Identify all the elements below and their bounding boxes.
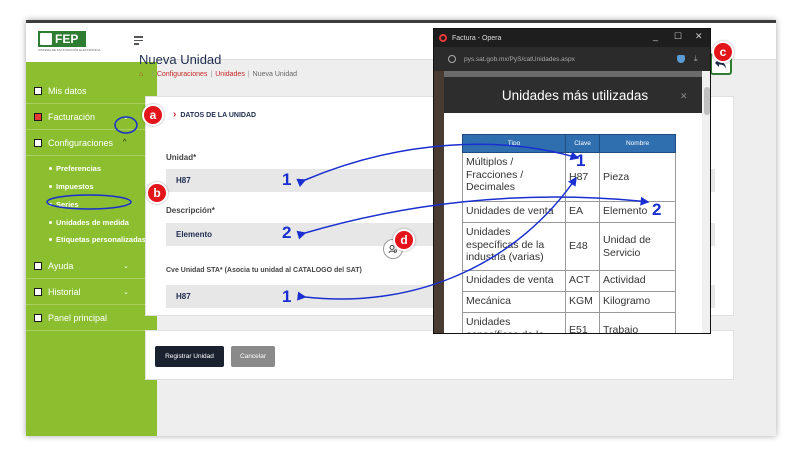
logo-subtitle: SISTEMA DE FACTURACIÓN ELECTRÓNICA bbox=[38, 48, 101, 52]
submenu-etiquetas[interactable]: Etiquetas personalizadas bbox=[48, 235, 146, 244]
hamburger-menu-icon[interactable] bbox=[134, 36, 143, 47]
monitor-icon bbox=[34, 313, 42, 322]
cancel-button[interactable]: Cancelar bbox=[231, 346, 275, 367]
download-icon[interactable]: ⤓ bbox=[694, 54, 698, 64]
sidebar-item-facturacion[interactable]: Facturación ⌄ bbox=[26, 104, 157, 130]
submenu-unidades-de-medida[interactable]: Unidades de medida bbox=[49, 218, 129, 227]
help-icon bbox=[34, 261, 42, 270]
opera-icon bbox=[439, 34, 447, 42]
annotation-number-1-unidad: 1 bbox=[282, 170, 292, 189]
chevron-down-icon: ⌄ bbox=[123, 288, 129, 296]
annotation-number-1-table: 1 bbox=[576, 151, 586, 170]
cve-unidad-label: Cve Unidad STA* (Asocia tu unidad al CAT… bbox=[166, 267, 362, 274]
chevron-down-icon: ⌄ bbox=[123, 262, 129, 270]
annotation-number-2-table: 2 bbox=[652, 200, 662, 219]
chevron-up-icon[interactable]: ^ bbox=[123, 139, 126, 146]
table-row[interactable]: Unidades de venta EA Elemento bbox=[462, 201, 676, 223]
invoice-icon bbox=[34, 112, 42, 121]
submenu-preferencias[interactable]: Preferencias bbox=[48, 164, 101, 173]
fep-logo[interactable]: FEP bbox=[38, 31, 86, 47]
sidebar-item-configuraciones[interactable]: Configuraciones ^ bbox=[26, 130, 157, 156]
submenu-series[interactable]: Series bbox=[49, 200, 79, 209]
units-modal: Unidades más utilizadas ✕ Tipo Clave Nom… bbox=[444, 77, 706, 333]
maximize-icon[interactable]: ☐ bbox=[674, 31, 682, 42]
url-bar[interactable]: pys.sat.gob.mx/PyS/catUnidades.aspx bbox=[434, 47, 710, 71]
minimize-icon[interactable]: _ bbox=[653, 31, 658, 41]
breadcrumb: ⌂ | Configuraciones | Unidades | Nueva U… bbox=[139, 71, 298, 78]
annotation-marker-a: a bbox=[142, 104, 164, 126]
table-row[interactable]: Unidades de venta ACT Actividad bbox=[462, 270, 676, 292]
breadcrumb-unidades[interactable]: Unidades bbox=[215, 71, 245, 78]
col-tipo: Tipo bbox=[462, 134, 566, 153]
annotation-number-2-descripcion: 2 bbox=[282, 223, 292, 242]
modal-title: Unidades más utilizadas bbox=[444, 77, 706, 113]
user-icon bbox=[34, 86, 42, 95]
section-title: DATOS DE LA UNIDAD bbox=[173, 109, 256, 120]
globe-icon bbox=[448, 55, 456, 63]
close-icon[interactable]: ✕ bbox=[695, 31, 703, 42]
register-button[interactable]: Registrar Unidad bbox=[155, 346, 224, 367]
col-nombre: Nombre bbox=[599, 134, 676, 153]
logo-icon bbox=[40, 33, 52, 45]
popup-content: Unidades más utilizadas ✕ Tipo Clave Nom… bbox=[434, 71, 710, 333]
sidebar-item-ayuda[interactable]: Ayuda ⌄ bbox=[26, 253, 157, 279]
submenu-impuestos[interactable]: Impuestos bbox=[49, 182, 94, 191]
descripcion-label: Descripción* bbox=[166, 206, 215, 215]
chevron-down-icon: ⌄ bbox=[123, 113, 129, 121]
table-row[interactable]: Unidades específicas de laE51Trabajo bbox=[462, 312, 676, 333]
opera-popup-window: Factura - Opera _ ☐ ✕ pys.sat.gob.mx/PyS… bbox=[433, 28, 711, 334]
annotation-marker-b: b bbox=[146, 182, 168, 204]
col-clave: Clave bbox=[565, 134, 600, 153]
sidebar: FEP SISTEMA DE FACTURACIÓN ELECTRÓNICA M… bbox=[26, 23, 157, 436]
page-title: Nueva Unidad bbox=[139, 52, 222, 67]
sidebar-item-mis-datos[interactable]: Mis datos bbox=[26, 78, 157, 104]
home-icon[interactable]: ⌂ bbox=[139, 71, 146, 78]
annotation-marker-c: c bbox=[712, 41, 734, 63]
table-row[interactable]: Múltiplos / Fracciones / Decimales H87 Pie… bbox=[462, 152, 676, 202]
logo-area: FEP SISTEMA DE FACTURACIÓN ELECTRÓNICA bbox=[26, 23, 157, 62]
breadcrumb-current: Nueva Unidad bbox=[252, 71, 298, 78]
unidad-label: Unidad* bbox=[166, 153, 197, 162]
annotation-marker-d: d bbox=[393, 229, 415, 251]
breadcrumb-configuraciones[interactable]: Configuraciones bbox=[157, 71, 208, 78]
table-row[interactable]: Mecánica KGM Kilogramo bbox=[462, 291, 676, 313]
units-table: Tipo Clave Nombre Múltiplos / Fracciones… bbox=[462, 134, 676, 333]
popup-scrollbar[interactable] bbox=[702, 71, 710, 333]
popup-titlebar: Factura - Opera bbox=[434, 29, 710, 47]
table-row[interactable]: Unidades específicas de la industria (va… bbox=[462, 222, 676, 271]
sidebar-item-panel-principal[interactable]: Panel principal bbox=[26, 305, 157, 331]
annotation-number-1-cve: 1 bbox=[282, 287, 292, 306]
history-icon bbox=[34, 287, 42, 296]
sidebar-item-historial[interactable]: Historial ⌄ bbox=[26, 279, 157, 305]
shield-icon[interactable] bbox=[677, 55, 685, 63]
settings-icon bbox=[34, 138, 42, 147]
modal-close-icon[interactable]: ✕ bbox=[680, 91, 688, 102]
